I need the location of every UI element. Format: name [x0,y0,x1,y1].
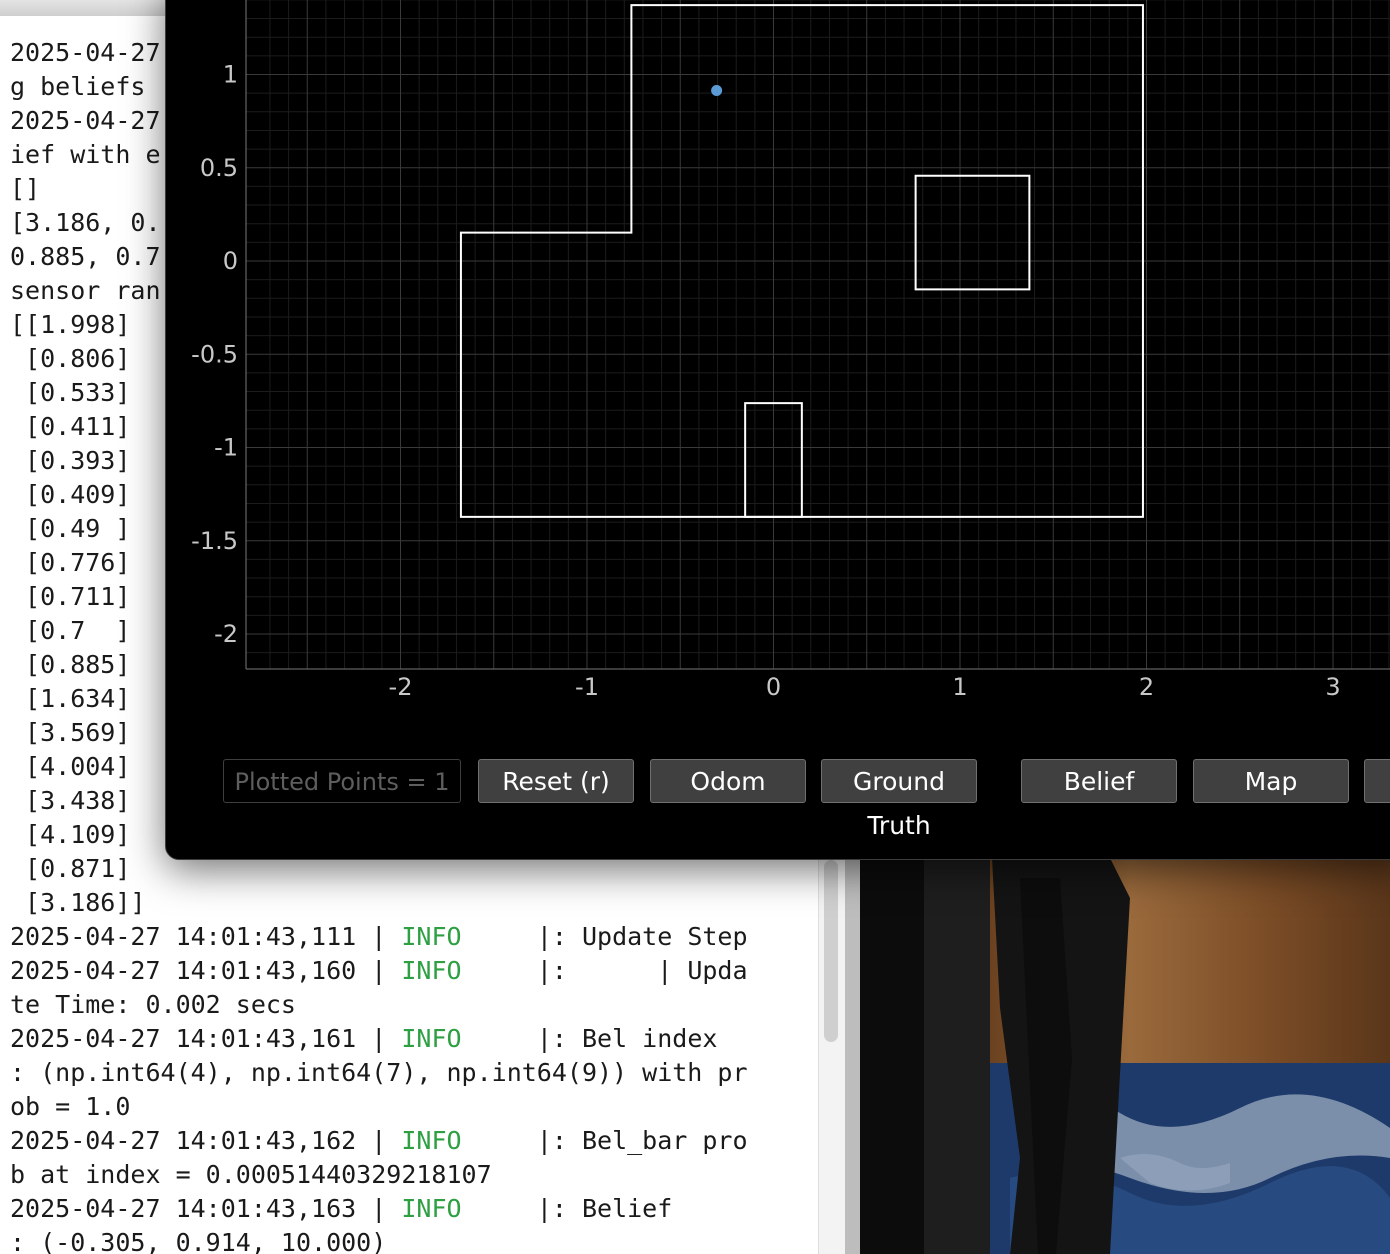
log-line: 2025-04-27 14:01:43,162 | INFO |: Bel_ba… [10,1126,748,1155]
terminal-line: g beliefs [10,72,146,101]
log-line: : (np.int64(4), np.int64(7), np.int64(9)… [10,1058,748,1087]
map-box-obstacle [914,174,1031,291]
log-text: ob = 1.0 [10,1092,131,1121]
terminal-line: ief with e [10,140,161,169]
log-level: INFO [401,956,462,985]
plot-canvas[interactable]: -2 -1 0 1 2 3 1 0.5 0 -0.5 -1 -1.5 -2 [166,0,1390,859]
terminal-line: 0.885, 0.7 [10,242,161,271]
terminal-line: [4.004] [10,752,131,781]
log-text: b at index = 0.00051440329218107 [10,1160,492,1189]
video-feed-image [860,858,1390,1254]
terminal-line: [4.109] [10,820,131,849]
video-feed-panel [860,858,1390,1254]
log-line: ob = 1.0 [10,1092,130,1121]
terminal-line: [3.438] [10,786,131,815]
belief-points [711,85,723,97]
terminal-line: sensor ran [10,276,161,305]
log-message: |: Bel_bar pro [461,1126,748,1155]
terminal-line: [3.569] [10,718,131,747]
terminal-line: [0.409] [10,480,131,509]
log-line: 2025-04-27 14:01:43,160 | INFO |: | Upda [10,956,748,985]
log-line: : (-0.305, 0.914, 10.000) [10,1228,386,1254]
terminal-line: [3.186, 0. [10,208,161,237]
log-text: : (np.int64(4), np.int64(7), np.int64(9)… [10,1058,748,1087]
terminal-line: [0.49 ] [10,514,131,543]
side-divider [845,858,860,1254]
terminal-line: [0.533] [10,378,131,407]
odom-button[interactable]: Odom [650,759,806,803]
grid-major [246,0,1390,669]
y-tick-label: -1.5 [191,527,238,555]
terminal-line: [[1.998] [10,310,131,339]
log-line: 2025-04-27 14:01:43,163 | INFO |: Belief [10,1194,672,1223]
terminal-line: [0.711] [10,582,131,611]
terminal-line: [0.885] [10,650,131,679]
log-text: 2025-04-27 14:01:43,163 | [10,1194,402,1223]
ground-truth-button[interactable]: Ground Truth [821,759,977,840]
y-tick-label: -0.5 [191,340,238,368]
terminal-line: [0.871] [10,854,131,883]
log-message: |: | Upda [461,956,748,985]
log-message: |: Belief [461,1194,673,1223]
terminal-line: [0.776] [10,548,131,577]
terminal-line: [3.186]] [10,888,146,917]
y-tick-label: -2 [214,620,238,648]
log-line: 2025-04-27 14:01:43,111 | INFO |: Update… [10,922,748,951]
log-text: 2025-04-27 14:01:43,161 | [10,1024,402,1053]
y-tick-label: -1 [214,434,238,462]
y-tick-labels: 1 0.5 0 -0.5 -1 -1.5 -2 [191,61,238,649]
terminal-line: [0.411] [10,412,131,441]
belief-point [711,85,723,97]
grid-minor [246,0,1390,669]
map-button[interactable]: Map [1193,759,1349,803]
x-tick-label: 3 [1325,673,1340,701]
plotted-points-counter: Plotted Points = 1 [223,759,461,803]
x-tick-label: -2 [389,673,413,701]
terminal-line: [1.634] [10,684,131,713]
log-text: 2025-04-27 14:01:43,111 | [10,922,402,951]
plotter-window[interactable]: -2 -1 0 1 2 3 1 0.5 0 -0.5 -1 -1.5 -2 Plotted Point… [165,0,1390,860]
reset-button[interactable]: Reset (r) [478,759,634,803]
log-line: b at index = 0.00051440329218107 [10,1160,492,1189]
terminal-line: 2025-04-27 [10,106,161,135]
x-tick-label: -1 [575,673,599,701]
log-text: 2025-04-27 14:01:43,162 | [10,1126,402,1155]
partial-button[interactable] [1364,759,1390,803]
log-level: INFO [401,1024,462,1053]
terminal-line: [0.7 ] [10,616,131,645]
x-tick-label: 2 [1139,673,1154,701]
terminal-line: [] [10,174,41,203]
terminal-scrollbar-thumb[interactable] [824,860,838,1042]
log-line: 2025-04-27 14:01:43,161 | INFO |: Bel in… [10,1024,717,1053]
terminal-line: [0.806] [10,344,131,373]
x-tick-labels: -2 -1 0 1 2 3 [389,673,1341,701]
log-level: INFO [401,1194,462,1223]
y-tick-label: 0.5 [200,154,238,182]
log-text: : (-0.305, 0.914, 10.000) [10,1228,387,1254]
x-tick-label: 0 [766,673,781,701]
log-message: |: Bel index [461,1024,718,1053]
belief-button[interactable]: Belief [1021,759,1177,803]
log-line: te Time: 0.002 secs [10,990,296,1019]
x-tick-label: 1 [952,673,967,701]
terminal-line: [0.393] [10,446,131,475]
log-level: INFO [401,922,462,951]
log-message: |: Update Step [461,922,748,951]
log-text: te Time: 0.002 secs [10,990,296,1019]
log-text: 2025-04-27 14:01:43,160 | [10,956,402,985]
terminal-line: 2025-04-27 [10,38,161,67]
y-tick-label: 1 [223,61,238,89]
y-tick-label: 0 [223,247,238,275]
log-level: INFO [401,1126,462,1155]
